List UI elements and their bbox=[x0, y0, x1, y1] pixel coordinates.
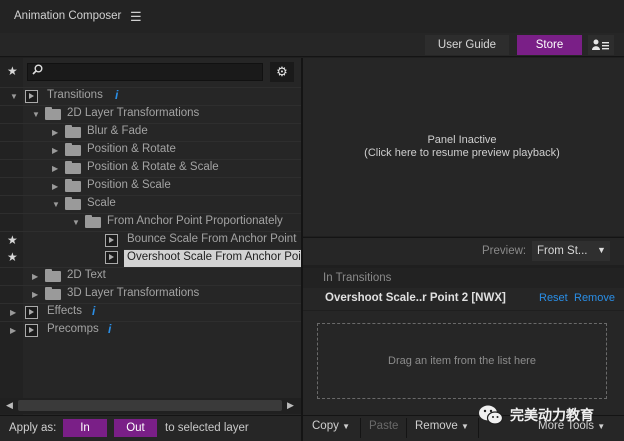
remove-button[interactable]: Remove ▼ bbox=[415, 420, 469, 432]
expand-right-icon[interactable]: ▶ bbox=[10, 308, 16, 317]
tree-item-label: Position & Rotate & Scale bbox=[87, 161, 219, 173]
chevron-down-icon: ▼ bbox=[342, 422, 350, 431]
tree-item-transitions[interactable]: ▼ Transitions i bbox=[0, 87, 301, 105]
expand-right-icon[interactable]: ▶ bbox=[32, 290, 38, 299]
tree-item-label: 2D Layer Transformations bbox=[67, 107, 200, 119]
folder-icon bbox=[65, 125, 81, 138]
tree-item-2d-text[interactable]: ▶ 2D Text bbox=[0, 267, 301, 285]
scroll-right-icon[interactable]: ▶ bbox=[287, 400, 294, 411]
folder-icon bbox=[65, 161, 81, 174]
app-title: Animation Composer bbox=[14, 10, 122, 22]
tree-item-bounce-scale[interactable]: ★ Bounce Scale From Anchor Point bbox=[0, 231, 301, 249]
tree-item-label: Scale bbox=[87, 197, 116, 209]
favorite-star-icon[interactable]: ★ bbox=[7, 233, 18, 247]
info-icon[interactable]: i bbox=[115, 88, 118, 102]
remove-label: Remove bbox=[415, 420, 458, 432]
folder-icon bbox=[65, 197, 81, 210]
preset-folder-icon bbox=[25, 90, 38, 103]
wechat-icon bbox=[478, 404, 504, 426]
copy-label: Copy bbox=[312, 420, 339, 432]
apply-as-label: Apply as: bbox=[9, 422, 57, 434]
favorite-star-icon[interactable]: ★ bbox=[7, 250, 18, 264]
resume-preview-hint: (Click here to resume preview playback) bbox=[364, 147, 560, 159]
search-input[interactable] bbox=[27, 63, 263, 81]
wechat-watermark: 完美动力教育 bbox=[478, 400, 624, 430]
folder-icon bbox=[45, 107, 61, 120]
tree-item-label: Overshoot Scale From Anchor Point bbox=[127, 251, 301, 263]
folder-icon bbox=[65, 143, 81, 156]
to-selected-layer-label: to selected layer bbox=[165, 422, 249, 434]
info-icon[interactable]: i bbox=[92, 304, 95, 318]
preview-label: Preview: bbox=[482, 245, 527, 257]
tree-item-position-rotate-scale[interactable]: ▶ Position & Rotate & Scale bbox=[0, 159, 301, 177]
expand-right-icon[interactable]: ▶ bbox=[32, 272, 38, 281]
copy-button[interactable]: Copy ▼ bbox=[312, 420, 350, 432]
folder-icon bbox=[45, 287, 61, 300]
store-button[interactable]: Store bbox=[517, 35, 582, 55]
drop-hint-text: Drag an item from the list here bbox=[388, 355, 536, 367]
chevron-down-icon: ▼ bbox=[461, 422, 469, 431]
hamburger-menu-icon[interactable]: ☰ bbox=[130, 9, 142, 25]
tree-item-label: From Anchor Point Proportionately bbox=[107, 215, 283, 227]
tree-item-scale[interactable]: ▼ Scale bbox=[0, 195, 301, 213]
folder-icon bbox=[85, 215, 101, 228]
drop-target[interactable]: Drag an item from the list here bbox=[317, 323, 607, 399]
scroll-left-icon[interactable]: ◀ bbox=[6, 400, 13, 411]
tree-item-label: Position & Scale bbox=[87, 179, 171, 191]
watermark-text: 完美动力教育 bbox=[510, 407, 594, 423]
tree-item-label: Position & Rotate bbox=[87, 143, 176, 155]
favorites-filter-star-icon[interactable]: ★ bbox=[7, 64, 18, 78]
apply-out-button[interactable]: Out bbox=[114, 419, 157, 437]
tree-item-label: Blur & Fade bbox=[87, 125, 148, 137]
paste-button[interactable]: Paste bbox=[369, 420, 398, 432]
reset-link[interactable]: Reset bbox=[539, 292, 568, 304]
search-icon bbox=[32, 64, 43, 78]
tree-item-overshoot-scale[interactable]: Overshoot Scale From Anchor Point bbox=[124, 249, 301, 267]
effects-icon bbox=[25, 306, 38, 319]
settings-gear-icon[interactable]: ⚙ bbox=[270, 62, 294, 82]
toolbar-separator bbox=[406, 418, 407, 438]
expand-down-icon[interactable]: ▼ bbox=[32, 110, 40, 119]
in-transitions-label: In Transitions bbox=[323, 272, 392, 284]
apply-in-button[interactable]: In bbox=[63, 419, 107, 437]
tree-item-label: 3D Layer Transformations bbox=[67, 287, 200, 299]
expand-right-icon[interactable]: ▶ bbox=[52, 164, 58, 173]
scrollbar-thumb[interactable] bbox=[18, 400, 282, 411]
expand-right-icon[interactable]: ▶ bbox=[52, 128, 58, 137]
expand-down-icon[interactable]: ▼ bbox=[52, 200, 60, 209]
expand-down-icon[interactable]: ▼ bbox=[10, 92, 18, 101]
tree-item-label: Bounce Scale From Anchor Point bbox=[127, 233, 297, 245]
tree-item-3d-layer-transformations[interactable]: ▶ 3D Layer Transformations bbox=[0, 285, 301, 303]
expand-down-icon[interactable]: ▼ bbox=[72, 218, 80, 227]
preset-icon bbox=[105, 251, 118, 264]
panel-inactive-text: Panel Inactive bbox=[427, 134, 497, 146]
expand-right-icon[interactable]: ▶ bbox=[10, 326, 16, 335]
folder-icon bbox=[65, 179, 81, 192]
user-guide-button[interactable]: User Guide bbox=[425, 35, 509, 55]
expand-right-icon[interactable]: ▶ bbox=[52, 146, 58, 155]
tree-item-blur-fade[interactable]: ▶ Blur & Fade bbox=[0, 123, 301, 141]
tree-item-precomps[interactable]: ▶ Precomps i bbox=[0, 321, 301, 339]
tree-item-effects[interactable]: ▶ Effects i bbox=[0, 303, 301, 321]
info-icon[interactable]: i bbox=[108, 322, 111, 336]
tree-item-2d-layer-transformations[interactable]: ▼ 2D Layer Transformations bbox=[0, 105, 301, 123]
selected-transition-name: Overshoot Scale..r Point 2 [NWX] bbox=[325, 292, 506, 304]
toolbar-separator bbox=[360, 418, 361, 438]
tree-item-position-rotate[interactable]: ▶ Position & Rotate bbox=[0, 141, 301, 159]
tree-item-label: Transitions bbox=[47, 89, 103, 101]
tree-item-position-scale[interactable]: ▶ Position & Scale bbox=[0, 177, 301, 195]
folder-icon bbox=[45, 269, 61, 282]
preset-icon bbox=[105, 234, 118, 247]
chevron-down-icon[interactable]: ▼ bbox=[597, 245, 606, 255]
precomps-icon bbox=[25, 324, 38, 337]
user-list-icon[interactable] bbox=[588, 35, 614, 55]
expand-right-icon[interactable]: ▶ bbox=[52, 182, 58, 191]
tree-item-label: 2D Text bbox=[67, 269, 106, 281]
preview-status[interactable]: Panel Inactive (Click here to resume pre… bbox=[303, 134, 621, 160]
tree-item-label: Precomps bbox=[47, 323, 99, 335]
tree-item-from-anchor-point[interactable]: ▼ From Anchor Point Proportionately bbox=[0, 213, 301, 231]
tree-item-label: Effects bbox=[47, 305, 82, 317]
remove-link[interactable]: Remove bbox=[574, 292, 615, 304]
